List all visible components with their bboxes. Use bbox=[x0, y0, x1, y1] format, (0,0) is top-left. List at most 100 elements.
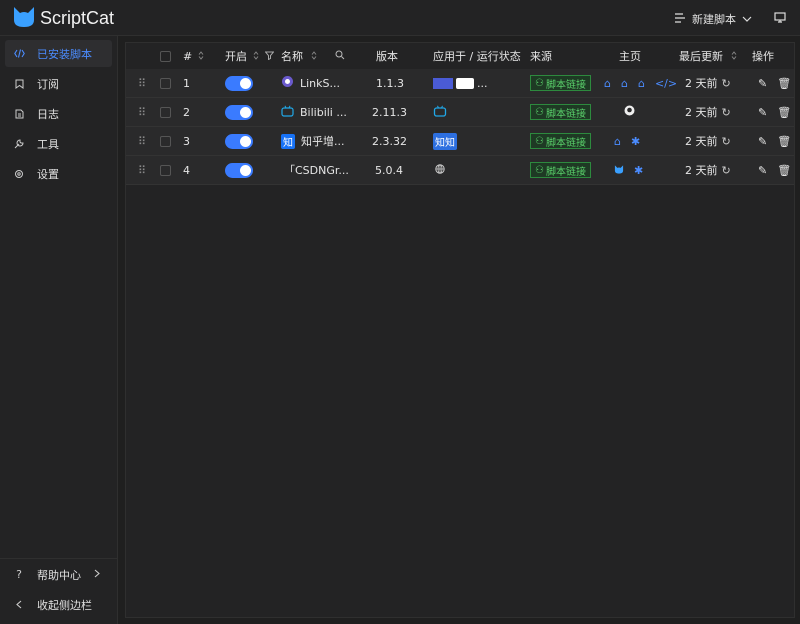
code-icon bbox=[13, 49, 25, 58]
row-checkbox[interactable] bbox=[160, 135, 171, 147]
monitor-icon[interactable] bbox=[774, 12, 786, 26]
delete-icon[interactable]: 🗑 bbox=[777, 135, 791, 148]
refresh-icon[interactable]: ↻ bbox=[722, 77, 731, 90]
refresh-icon[interactable]: ↻ bbox=[722, 106, 731, 119]
home-icon[interactable]: ⌂ bbox=[614, 135, 621, 148]
sidebar-item-installed-scripts[interactable]: 已安装脚本 bbox=[5, 40, 112, 67]
more-sites[interactable]: ... bbox=[477, 77, 488, 90]
table-row: ⠿ 4 「CSDNGr... 5.0.4 ⚇ 脚本链接 ✱ 2 天前 ↻ ✎ 🗑 bbox=[126, 156, 794, 185]
sidebar-item-logs[interactable]: 日志 bbox=[5, 100, 112, 127]
chevron-right-icon bbox=[94, 568, 100, 581]
bilibili-icon[interactable] bbox=[433, 105, 447, 120]
edit-icon[interactable]: ✎ bbox=[758, 164, 767, 177]
scripts-table: # 开启 名称 版本 应用于 / 运行状态 来源 主页 最后更新 操作 ⠿ 1 bbox=[125, 42, 795, 618]
script-name[interactable]: LinkS... bbox=[300, 77, 340, 90]
source-badge[interactable]: ⚇ 脚本链接 bbox=[530, 133, 591, 149]
question-icon: ? bbox=[16, 568, 22, 581]
collapse-sidebar-button[interactable]: 收起侧边栏 bbox=[5, 591, 112, 618]
filter-icon[interactable] bbox=[264, 50, 275, 63]
tool-icon bbox=[13, 138, 25, 149]
sort-icon[interactable] bbox=[731, 50, 737, 63]
enable-toggle[interactable] bbox=[225, 75, 253, 91]
sort-icon[interactable] bbox=[253, 50, 259, 63]
drag-handle-icon[interactable]: ⠿ bbox=[138, 69, 146, 97]
enable-toggle[interactable] bbox=[225, 133, 253, 149]
delete-icon[interactable]: 🗑 bbox=[777, 106, 791, 119]
row-checkbox[interactable] bbox=[160, 106, 171, 118]
col-enable: 开启 bbox=[225, 50, 247, 63]
refresh-icon[interactable]: ↻ bbox=[722, 164, 731, 177]
cat-logo-icon bbox=[12, 6, 36, 31]
settings-icon bbox=[13, 169, 25, 179]
list-icon bbox=[674, 12, 686, 26]
drag-handle-icon[interactable]: ⠿ bbox=[138, 98, 146, 126]
sidebar-item-tools[interactable]: 工具 bbox=[5, 130, 112, 157]
chevron-down-icon bbox=[742, 13, 752, 26]
table-row: ⠿ 3 知 知乎增... 2.3.32 知知 ⚇ 脚本链接 ⌂ ✱ 2 天前 ↻ … bbox=[126, 127, 794, 156]
row-number: 1 bbox=[183, 76, 190, 90]
row-checkbox[interactable] bbox=[160, 77, 171, 89]
user-icon: ⚇ bbox=[535, 164, 544, 176]
refresh-icon[interactable]: ↻ bbox=[722, 135, 731, 148]
table-row: ⠿ 2 Bilibili ... 2.11.3 ⚇ 脚本链接 2 天前 ↻ ✎ 🗑 bbox=[126, 98, 794, 127]
source-badge[interactable]: ⚇ 脚本链接 bbox=[530, 75, 591, 91]
script-name[interactable]: 知乎增... bbox=[301, 133, 345, 149]
script-name[interactable]: 「CSDNGr... bbox=[284, 162, 349, 178]
new-script-button[interactable]: 新建脚本 bbox=[668, 9, 758, 29]
script-version: 1.1.3 bbox=[376, 76, 404, 90]
help-center-button[interactable]: ? 帮助中心 bbox=[5, 561, 112, 588]
sidebar-item-subscriptions[interactable]: 订阅 bbox=[5, 70, 112, 97]
search-icon[interactable] bbox=[335, 50, 345, 63]
last-updated: 2 天前 bbox=[685, 106, 718, 119]
drag-handle-icon[interactable]: ⠿ bbox=[138, 127, 146, 155]
user-icon: ⚇ bbox=[535, 135, 544, 147]
source-badge[interactable]: ⚇ 脚本链接 bbox=[530, 104, 591, 120]
home-icon[interactable]: ⌂ bbox=[621, 77, 628, 90]
drag-handle-icon[interactable]: ⠿ bbox=[138, 156, 146, 184]
edit-icon[interactable]: ✎ bbox=[758, 106, 767, 119]
bug-icon[interactable]: ✱ bbox=[631, 135, 640, 148]
script-version: 5.0.4 bbox=[375, 163, 403, 177]
script-version: 2.11.3 bbox=[372, 105, 407, 119]
zhihu-site-badge[interactable]: 知知 bbox=[433, 132, 457, 150]
edit-icon[interactable]: ✎ bbox=[758, 135, 767, 148]
bug-icon[interactable]: ✱ bbox=[634, 164, 643, 177]
col-homepage: 主页 bbox=[619, 50, 641, 63]
user-icon: ⚇ bbox=[535, 106, 544, 118]
home-icon[interactable]: ⌂ bbox=[638, 77, 645, 90]
script-name[interactable]: Bilibili ... bbox=[300, 106, 347, 119]
col-name: 名称 bbox=[281, 50, 303, 63]
sort-icon[interactable] bbox=[311, 50, 317, 63]
row-checkbox[interactable] bbox=[160, 164, 171, 176]
select-all-checkbox[interactable] bbox=[160, 50, 171, 62]
col-updated: 最后更新 bbox=[679, 50, 723, 63]
app-logo[interactable]: ScriptCat bbox=[12, 6, 114, 31]
enable-toggle[interactable] bbox=[225, 104, 253, 120]
col-source: 来源 bbox=[530, 50, 552, 63]
bookmark-icon bbox=[13, 79, 25, 89]
chevron-left-icon bbox=[13, 600, 25, 609]
cat-home-icon[interactable] bbox=[614, 164, 624, 177]
code-icon[interactable]: </> bbox=[655, 77, 677, 90]
delete-icon[interactable]: 🗑 bbox=[777, 77, 791, 90]
table-row: ⠿ 1 LinkS... 1.1.3 ... ⚇ 脚本链接 ⌂ ⌂ ⌂ </> 2… bbox=[126, 69, 794, 98]
edit-icon[interactable]: ✎ bbox=[758, 77, 767, 90]
sidebar-item-settings[interactable]: 设置 bbox=[5, 160, 112, 187]
home-icon[interactable]: ⌂ bbox=[604, 77, 611, 90]
globe-icon[interactable] bbox=[435, 163, 445, 177]
site-favicon-icon[interactable] bbox=[456, 77, 474, 89]
row-number: 3 bbox=[183, 134, 190, 148]
site-favicon-icon[interactable] bbox=[433, 77, 453, 89]
zhihu-icon: 知 bbox=[281, 133, 295, 149]
table-header: # 开启 名称 版本 应用于 / 运行状态 来源 主页 最后更新 操作 bbox=[126, 43, 794, 70]
row-number: 4 bbox=[183, 163, 190, 177]
sort-icon[interactable] bbox=[198, 50, 204, 63]
col-number: # bbox=[183, 49, 193, 63]
delete-icon[interactable]: 🗑 bbox=[777, 164, 791, 177]
script-icon bbox=[281, 75, 294, 91]
source-badge[interactable]: ⚇ 脚本链接 bbox=[530, 162, 591, 178]
github-icon[interactable] bbox=[624, 105, 635, 119]
sidebar: 已安装脚本 订阅 日志 工具 设置 ? 帮助中心 收起侧边栏 bbox=[0, 36, 118, 624]
enable-toggle[interactable] bbox=[225, 162, 253, 178]
script-version: 2.3.32 bbox=[372, 134, 407, 148]
